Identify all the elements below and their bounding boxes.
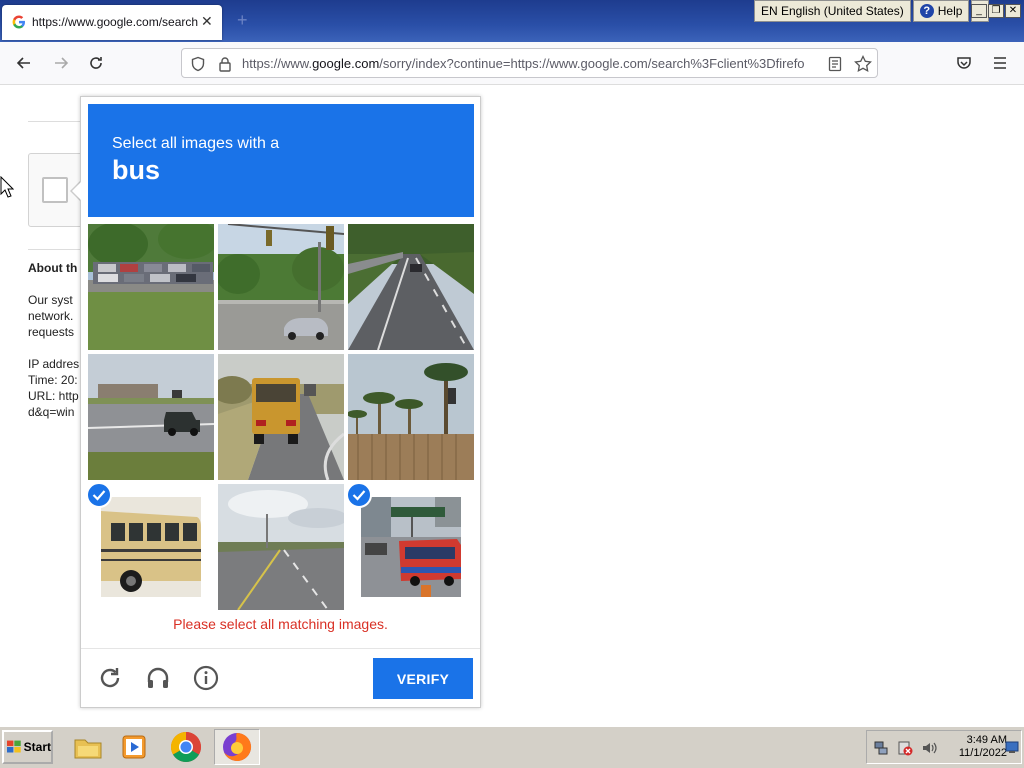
reload-icon[interactable] xyxy=(85,52,107,74)
reader-view-icon[interactable] xyxy=(828,56,842,72)
language-indicator[interactable]: EN English (United States) xyxy=(754,0,911,22)
url-bar[interactable]: https://www.google.com/sorry/index?conti… xyxy=(181,48,878,78)
file-explorer-icon[interactable] xyxy=(70,729,106,765)
city-bus-image xyxy=(361,497,461,597)
lock-icon[interactable] xyxy=(218,56,232,72)
captcha-keyword: bus xyxy=(112,155,161,185)
system-tray: 3:49 AM 11/1/2022 xyxy=(866,730,1022,764)
info-line: Time: 20: xyxy=(28,373,78,387)
security-alert-icon[interactable] xyxy=(897,740,913,756)
volume-icon[interactable] xyxy=(921,740,937,756)
captcha-header: Select all images with a bus xyxy=(88,104,474,217)
clock-time: 3:49 AM xyxy=(966,734,1007,746)
help-label: Help xyxy=(937,4,963,18)
navigation-bar: https://www.google.com/sorry/index?conti… xyxy=(0,42,1024,85)
back-arrow-icon[interactable] xyxy=(13,52,35,74)
intersection-image xyxy=(218,224,344,350)
image-tile-city-bus[interactable] xyxy=(348,484,474,610)
menu-hamburger-icon[interactable] xyxy=(989,52,1011,74)
image-tile-school-bus-rear[interactable] xyxy=(218,354,344,480)
info-icon[interactable] xyxy=(191,663,221,693)
about-heading: About th xyxy=(28,261,78,275)
captcha-prompt: Select all images with a xyxy=(112,135,280,152)
minimize-icon[interactable]: _ xyxy=(971,4,987,18)
tab-strip: https://www.google.com/search?c ✕ + EN E… xyxy=(0,0,1024,42)
start-label: Start xyxy=(23,740,51,754)
highway-image xyxy=(348,224,474,350)
info-line: requests xyxy=(28,325,75,339)
divider xyxy=(28,249,88,250)
mouse-cursor-icon xyxy=(0,176,14,198)
firefox-icon[interactable] xyxy=(214,729,260,765)
image-tile-school-bus-side[interactable] xyxy=(88,484,214,610)
tile-image-frame xyxy=(361,497,461,597)
car-carrier-image xyxy=(88,224,214,350)
image-tile-intersection[interactable] xyxy=(218,224,344,350)
school-bus-side-image xyxy=(101,497,201,597)
media-player-icon[interactable] xyxy=(116,729,152,765)
image-tile-palm-trees[interactable] xyxy=(348,354,474,480)
divider xyxy=(81,648,480,649)
reload-challenge-icon[interactable] xyxy=(95,663,125,693)
info-line: Our syst xyxy=(28,293,73,307)
help-icon: ? xyxy=(919,4,934,18)
page-info-text: About th Our syst network. requests IP a… xyxy=(28,260,80,420)
info-line[interactable]: d&q=win xyxy=(28,404,80,420)
shield-icon[interactable] xyxy=(190,56,206,72)
road-suv-image xyxy=(88,354,214,480)
forward-arrow-icon[interactable] xyxy=(50,52,72,74)
clock[interactable]: 3:49 AM 11/1/2022 xyxy=(937,734,1007,760)
info-line: network. xyxy=(28,309,74,323)
image-tile-car-carrier[interactable] xyxy=(88,224,214,350)
start-button[interactable]: Start xyxy=(2,730,53,764)
window-controls: _ ❐ ✕ xyxy=(971,1,1021,18)
empty-highway-image xyxy=(218,484,344,610)
error-message: Please select all matching images. xyxy=(173,616,388,632)
info-line xyxy=(28,340,80,356)
taskbar: Start 3:49 AM 11/1/2022 xyxy=(0,726,1024,768)
school-bus-rear-image xyxy=(218,354,344,480)
tab-title: https://www.google.com/search?c xyxy=(32,15,198,29)
info-line: IP addres xyxy=(28,357,80,371)
info-line[interactable]: URL: http xyxy=(28,388,80,404)
chrome-icon[interactable] xyxy=(168,729,204,765)
image-tile-highway[interactable] xyxy=(348,224,474,350)
google-favicon-icon xyxy=(12,15,25,29)
tile-image-frame xyxy=(101,497,201,597)
captcha-challenge-dialog: Select all images with a bus Please sele… xyxy=(80,96,481,708)
show-desktop-icon[interactable] xyxy=(1005,740,1019,754)
divider xyxy=(28,121,88,122)
palm-trees-image xyxy=(348,354,474,480)
windows-logo-icon xyxy=(7,740,21,753)
image-tile-empty-highway[interactable] xyxy=(218,484,344,610)
new-tab-icon[interactable]: + xyxy=(237,10,248,31)
pocket-icon[interactable] xyxy=(953,52,975,74)
network-icon[interactable] xyxy=(873,740,889,756)
audio-challenge-headphones-icon[interactable] xyxy=(143,663,173,693)
browser-tab[interactable]: https://www.google.com/search?c ✕ xyxy=(2,5,222,40)
recaptcha-checkbox[interactable] xyxy=(42,177,68,203)
help-button[interactable]: ? Help xyxy=(912,0,970,22)
bookmark-star-icon[interactable] xyxy=(854,55,872,73)
clock-date: 11/1/2022 xyxy=(958,747,1007,759)
language-bar: EN English (United States) ? Help ⇕ xyxy=(754,0,990,22)
close-tab-icon[interactable]: ✕ xyxy=(201,13,213,30)
restore-icon[interactable]: ❐ xyxy=(988,4,1004,18)
url-text: https://www.google.com/sorry/index?conti… xyxy=(242,56,805,71)
verify-button[interactable]: VERIFY xyxy=(373,658,473,699)
close-window-icon[interactable]: ✕ xyxy=(1005,4,1021,18)
popup-pointer-inner xyxy=(72,182,81,200)
image-tile-road-suv[interactable] xyxy=(88,354,214,480)
